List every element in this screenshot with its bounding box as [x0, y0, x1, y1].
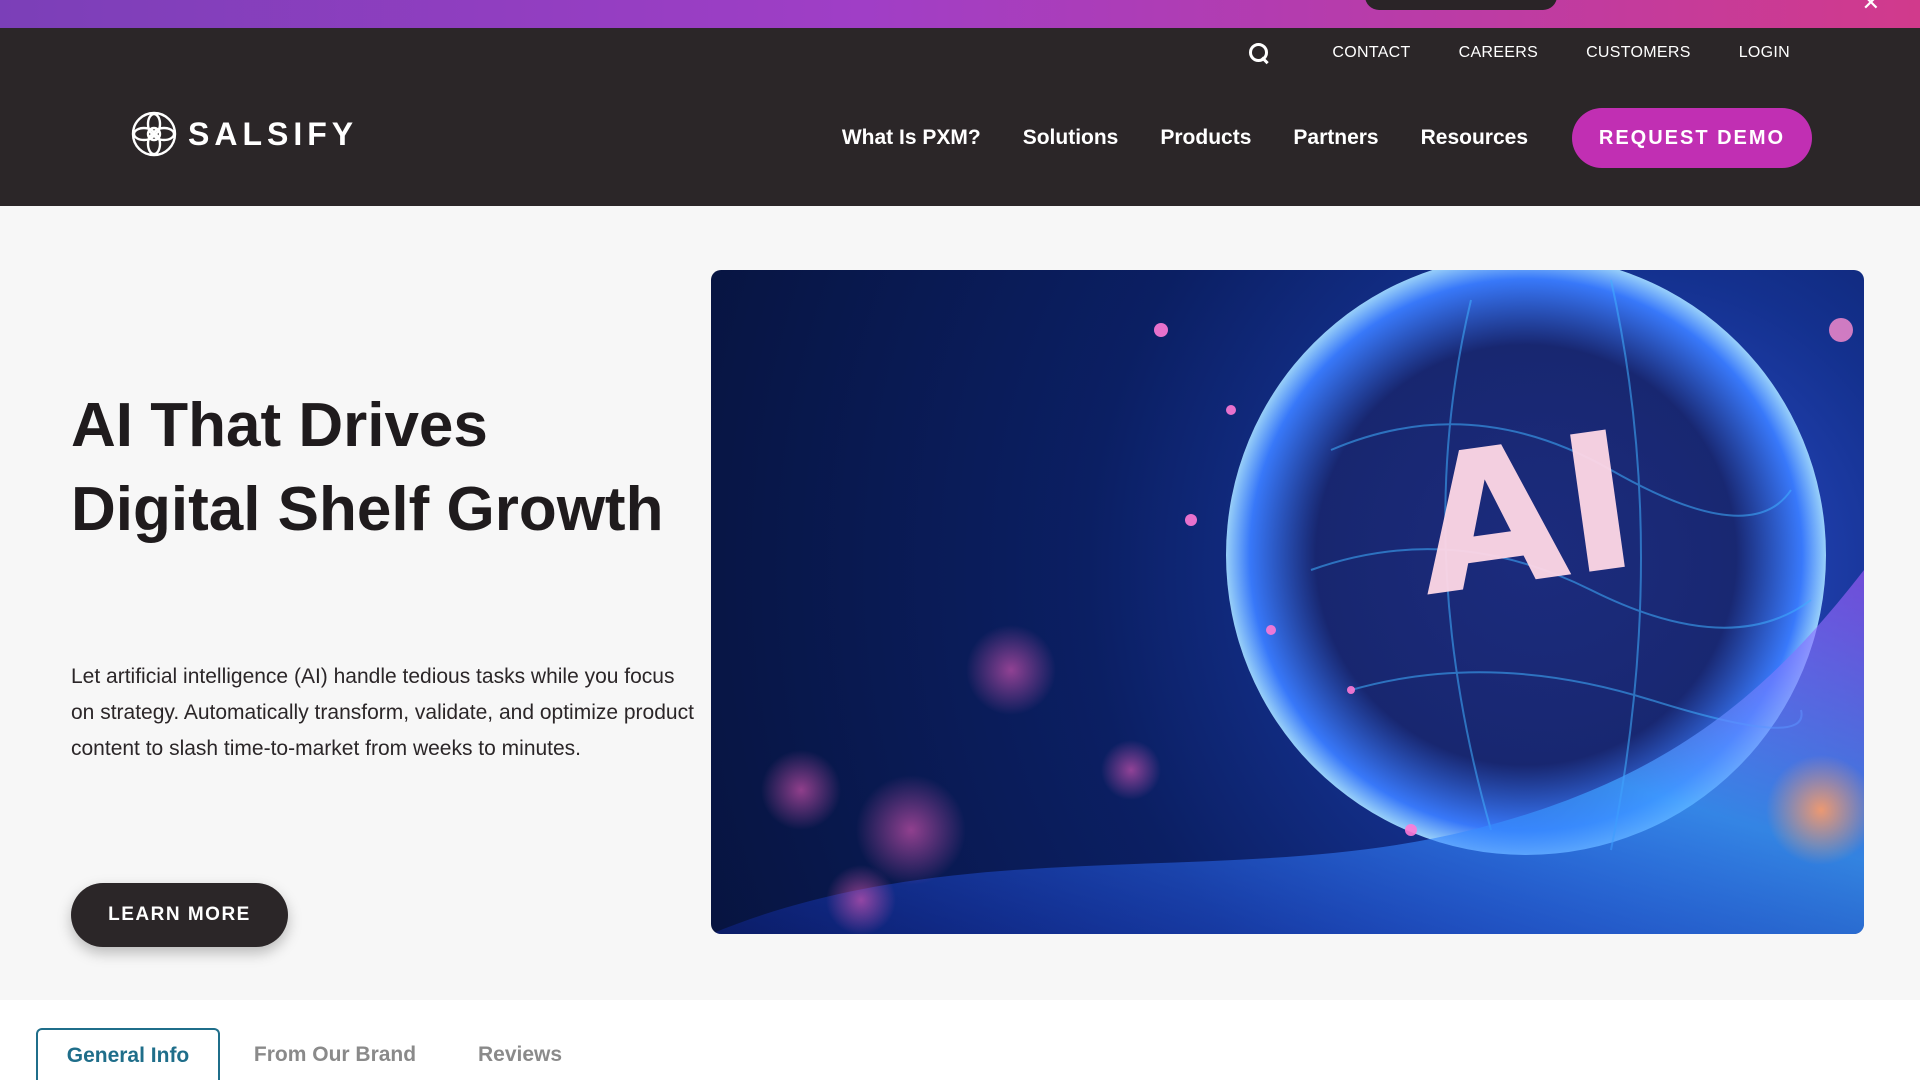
hero-title: AI That Drives Digital Shelf Growth — [71, 391, 664, 544]
tab-reviews[interactable]: Reviews — [460, 1028, 580, 1080]
utility-link-customers[interactable]: CUSTOMERS — [1586, 44, 1691, 62]
ai-globe-illustration: AI — [711, 270, 1864, 934]
hero-description: Let artificial intelligence (AI) handle … — [71, 665, 694, 760]
tab-from-our-brand[interactable]: From Our Brand — [240, 1028, 430, 1080]
learn-more-button[interactable]: LEARN MORE — [71, 883, 288, 947]
hero-section: AI That Drives Digital Shelf Growth Let … — [0, 206, 1920, 1000]
promo-banner-button[interactable] — [1365, 0, 1557, 10]
main-nav: What Is PXM? Solutions Products Partners… — [842, 108, 1812, 168]
promo-banner: ✕ — [0, 0, 1920, 28]
utility-link-careers[interactable]: CAREERS — [1459, 44, 1538, 62]
nav-item-solutions[interactable]: Solutions — [1023, 126, 1119, 150]
product-tabs: General Info From Our Brand Reviews — [0, 1000, 1920, 1080]
nav-item-partners[interactable]: Partners — [1293, 126, 1378, 150]
site-header: CONTACT CAREERS CUSTOMERS LOGIN SALSIFY … — [0, 28, 1920, 206]
utility-nav: CONTACT CAREERS CUSTOMERS LOGIN — [1248, 38, 1790, 68]
nav-item-resources[interactable]: Resources — [1421, 126, 1528, 150]
logo-wordmark: SALSIFY — [188, 115, 359, 152]
utility-link-contact[interactable]: CONTACT — [1332, 44, 1410, 62]
request-demo-button[interactable]: REQUEST DEMO — [1572, 108, 1812, 168]
site-logo[interactable]: SALSIFY — [130, 110, 358, 158]
search-icon[interactable] — [1248, 42, 1270, 64]
nav-item-what-is-pxm[interactable]: What Is PXM? — [842, 126, 981, 150]
nav-item-products[interactable]: Products — [1160, 126, 1251, 150]
close-icon[interactable]: ✕ — [1862, 0, 1880, 14]
tab-general-info[interactable]: General Info — [36, 1028, 220, 1080]
salsify-logo-icon — [131, 111, 177, 157]
hero-image-ai-text: AI — [1402, 390, 1648, 639]
hero-image: AI — [711, 270, 1864, 934]
utility-link-login[interactable]: LOGIN — [1739, 44, 1790, 62]
